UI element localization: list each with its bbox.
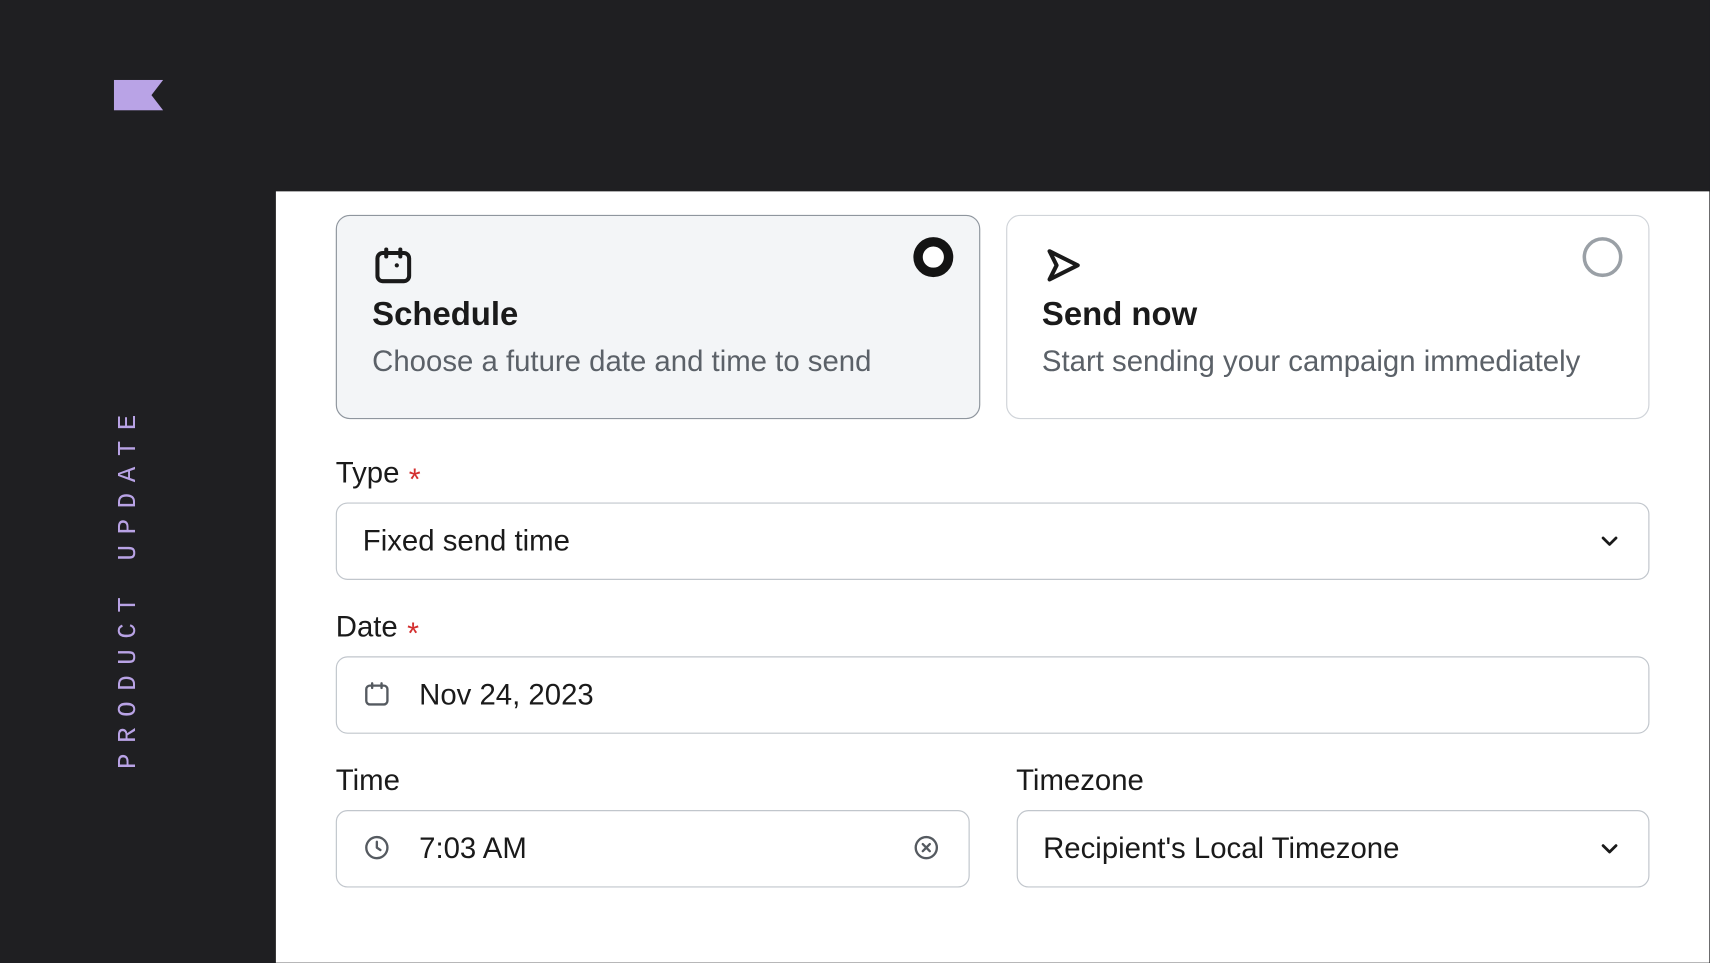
date-input-value: Nov 24, 2023 xyxy=(419,678,1622,712)
field-time: Time 7:03 AM xyxy=(336,765,969,888)
field-timezone-label: Timezone xyxy=(1016,765,1649,799)
timezone-select[interactable]: Recipient's Local Timezone xyxy=(1016,810,1649,887)
schedule-form-panel: Schedule Choose a future date and time t… xyxy=(276,191,1709,962)
time-input-value: 7:03 AM xyxy=(419,832,911,866)
label-text: Date xyxy=(336,611,398,645)
tile-schedule[interactable]: Schedule Choose a future date and time t… xyxy=(336,215,980,420)
field-time-label: Time xyxy=(336,765,969,799)
type-select-value: Fixed send time xyxy=(363,524,1597,558)
date-input[interactable]: Nov 24, 2023 xyxy=(336,657,1650,734)
field-type-label: Type * xyxy=(336,457,1650,491)
chevron-down-icon xyxy=(1597,529,1623,555)
type-select[interactable]: Fixed send time xyxy=(336,503,1650,580)
tile-send-now[interactable]: Send now Start sending your campaign imm… xyxy=(1006,215,1650,420)
clear-icon[interactable] xyxy=(912,834,943,865)
tile-schedule-title: Schedule xyxy=(372,296,943,334)
clock-icon xyxy=(363,834,394,865)
calendar-icon xyxy=(372,244,414,286)
tile-send-now-title: Send now xyxy=(1042,296,1613,334)
tile-schedule-desc: Choose a future date and time to send xyxy=(372,340,943,383)
field-date-label: Date * xyxy=(336,611,1650,645)
chevron-down-icon xyxy=(1597,836,1623,862)
field-type: Type * Fixed send time xyxy=(336,457,1650,580)
time-input[interactable]: 7:03 AM xyxy=(336,810,969,887)
label-text: Time xyxy=(336,765,400,799)
field-timezone: Timezone Recipient's Local Timezone xyxy=(1016,765,1649,888)
radio-unselected-icon xyxy=(1583,237,1623,277)
sidebar-label: PRODUCT UPDATE xyxy=(114,404,143,769)
brand-logo-icon xyxy=(114,80,163,111)
timezone-select-value: Recipient's Local Timezone xyxy=(1043,832,1597,866)
label-text: Timezone xyxy=(1016,765,1144,799)
send-mode-tiles: Schedule Choose a future date and time t… xyxy=(336,215,1650,420)
dark-background: PRODUCT UPDATE Schedule Choose a futu xyxy=(0,0,1709,963)
tile-send-now-desc: Start sending your campaign immediately xyxy=(1042,340,1613,383)
send-icon xyxy=(1042,244,1084,286)
calendar-icon xyxy=(363,680,394,711)
label-text: Type xyxy=(336,457,400,491)
radio-selected-icon xyxy=(913,237,953,277)
required-indicator: * xyxy=(409,473,421,485)
field-date: Date * Nov 24, 2023 xyxy=(336,611,1650,734)
required-indicator: * xyxy=(407,626,419,638)
